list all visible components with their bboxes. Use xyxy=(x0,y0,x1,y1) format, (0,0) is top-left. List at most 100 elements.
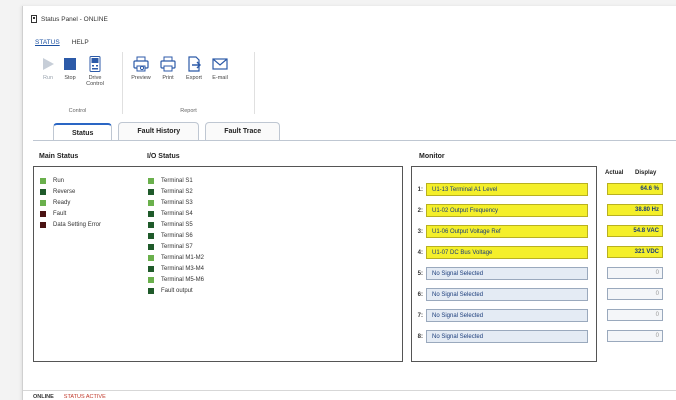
io-item: Terminal S7 xyxy=(148,241,204,252)
io-led xyxy=(148,243,154,250)
status-label: Fault xyxy=(53,210,67,217)
tab-divider xyxy=(33,140,676,141)
status-item-fault: Fault xyxy=(40,208,101,219)
monitor-signal-select[interactable]: U1-06 Output Voltage Ref xyxy=(426,225,588,238)
io-led xyxy=(148,199,154,206)
status-label: Ready xyxy=(53,199,71,206)
io-led xyxy=(148,265,154,272)
display-value-5: 0 xyxy=(607,267,663,279)
monitor-row-number: 8: xyxy=(417,333,423,340)
io-led xyxy=(148,221,154,228)
io-item: Terminal S2 xyxy=(148,186,204,197)
status-item-ready: Ready xyxy=(40,197,101,208)
status-item-run: Run xyxy=(40,175,101,186)
io-label: Terminal S3 xyxy=(161,199,193,206)
tab-bar: Status Fault History Fault Trace xyxy=(53,122,281,141)
io-label: Terminal S7 xyxy=(161,243,193,250)
io-led xyxy=(148,232,154,239)
io-led xyxy=(148,276,154,283)
monitor-heading: Monitor xyxy=(419,153,445,160)
connection-status: ONLINE xyxy=(33,394,54,400)
preview-button[interactable]: Preview xyxy=(127,56,155,81)
run-button[interactable]: Run xyxy=(37,56,59,81)
preview-label: Preview xyxy=(131,75,151,81)
io-item: Terminal M1-M2 xyxy=(148,252,204,263)
email-label: E-mail xyxy=(212,75,228,81)
play-icon xyxy=(40,56,56,72)
monitor-signal-select[interactable]: No Signal Selected xyxy=(426,309,588,322)
tab-status[interactable]: Status xyxy=(53,123,113,141)
io-led xyxy=(148,188,154,195)
monitor-row-3: 3: U1-06 Output Voltage Ref xyxy=(412,225,588,238)
io-label: Terminal M3-M4 xyxy=(161,265,205,272)
report-group: Preview Print Export E-mail Report xyxy=(123,52,255,114)
monitor-row-6: 6: No Signal Selected xyxy=(412,288,588,301)
status-led xyxy=(40,210,46,217)
display-value-6: 0 xyxy=(607,288,663,300)
status-bar: ONLINE STATUS ACTIVE xyxy=(33,394,106,400)
status-panel-window: Status Panel - ONLINE STATUS HELP Run St… xyxy=(22,6,676,400)
report-group-label: Report xyxy=(180,108,197,114)
monitor-row-number: 1: xyxy=(417,186,423,193)
app-icon xyxy=(31,15,37,23)
io-label: Terminal S4 xyxy=(161,210,193,217)
io-item: Terminal S5 xyxy=(148,219,204,230)
monitor-signal-select[interactable]: No Signal Selected xyxy=(426,267,588,280)
monitor-row-number: 2: xyxy=(417,207,423,214)
display-value-3: 54.8 VAC xyxy=(607,225,663,237)
stop-button[interactable]: Stop xyxy=(59,56,81,81)
io-label: Terminal S6 xyxy=(161,232,193,239)
display-value-8: 0 xyxy=(607,330,663,342)
print-button[interactable]: Print xyxy=(155,56,181,81)
monitor-row-number: 4: xyxy=(417,249,423,256)
monitor-row-number: 5: xyxy=(417,270,423,277)
tab-fault-history[interactable]: Fault History xyxy=(118,122,200,140)
status-item-reverse: Reverse xyxy=(40,186,101,197)
io-status-list: Terminal S1 Terminal S2 Terminal S3 Term… xyxy=(148,175,204,296)
menu-help[interactable]: HELP xyxy=(72,39,89,46)
monitor-row-5: 5: No Signal Selected xyxy=(412,267,588,280)
actual-label: Actual xyxy=(605,170,624,176)
menu-status[interactable]: STATUS xyxy=(35,39,60,46)
monitor-row-7: 7: No Signal Selected xyxy=(412,309,588,322)
status-item-data-setting-error: Data Setting Error xyxy=(40,219,101,230)
status-led xyxy=(40,199,46,206)
monitor-row-2: 2: U1-02 Output Frequency xyxy=(412,204,588,217)
io-item: Terminal S6 xyxy=(148,230,204,241)
monitor-panel: 1: U1-13 Terminal A1 Level 2: U1-02 Outp… xyxy=(411,166,597,362)
stop-icon xyxy=(62,56,78,72)
control-group-label: Control xyxy=(68,108,87,114)
monitor-signal-select[interactable]: No Signal Selected xyxy=(426,330,588,343)
io-item: Terminal S1 xyxy=(148,175,204,186)
monitor-row-number: 7: xyxy=(417,312,423,319)
monitor-signal-select[interactable]: U1-07 DC Bus Voltage xyxy=(426,246,588,259)
status-label: Reverse xyxy=(53,188,76,195)
io-led xyxy=(148,177,154,184)
email-button[interactable]: E-mail xyxy=(207,56,233,81)
status-panel: Run Reverse Ready Fault Data Setting Err… xyxy=(33,166,403,362)
export-button[interactable]: Export xyxy=(181,56,207,81)
export-icon xyxy=(186,56,202,72)
drive-control-button[interactable]: Drive Control xyxy=(81,56,109,87)
monitor-row-number: 3: xyxy=(417,228,423,235)
tab-fault-trace[interactable]: Fault Trace xyxy=(205,122,281,140)
io-label: Terminal M5-M6 xyxy=(161,276,205,283)
monitor-signal-select[interactable]: No Signal Selected xyxy=(426,288,588,301)
monitor-row-8: 8: No Signal Selected xyxy=(412,330,588,343)
ribbon: Run Stop Drive Control Control Preview P… xyxy=(33,52,255,122)
monitor-signal-select[interactable]: U1-02 Output Frequency xyxy=(426,204,588,217)
io-item: Terminal S3 xyxy=(148,197,204,208)
io-label: Terminal S1 xyxy=(161,177,193,184)
io-label: Terminal M1-M2 xyxy=(161,254,205,261)
monitor-row-number: 6: xyxy=(417,291,423,298)
monitor-row-4: 4: U1-07 DC Bus Voltage xyxy=(412,246,588,259)
monitor-signal-select[interactable]: U1-13 Terminal A1 Level xyxy=(426,183,588,196)
display-value-2: 38.80 Hz xyxy=(607,204,663,216)
status-led xyxy=(40,177,46,184)
io-label: Fault output xyxy=(161,287,193,294)
window-title: Status Panel - ONLINE xyxy=(41,15,108,23)
io-item: Terminal M5-M6 xyxy=(148,274,204,285)
monitor-row-1: 1: U1-13 Terminal A1 Level xyxy=(412,183,588,196)
title-bar: Status Panel - ONLINE xyxy=(31,14,108,24)
run-label: Run xyxy=(42,75,54,81)
